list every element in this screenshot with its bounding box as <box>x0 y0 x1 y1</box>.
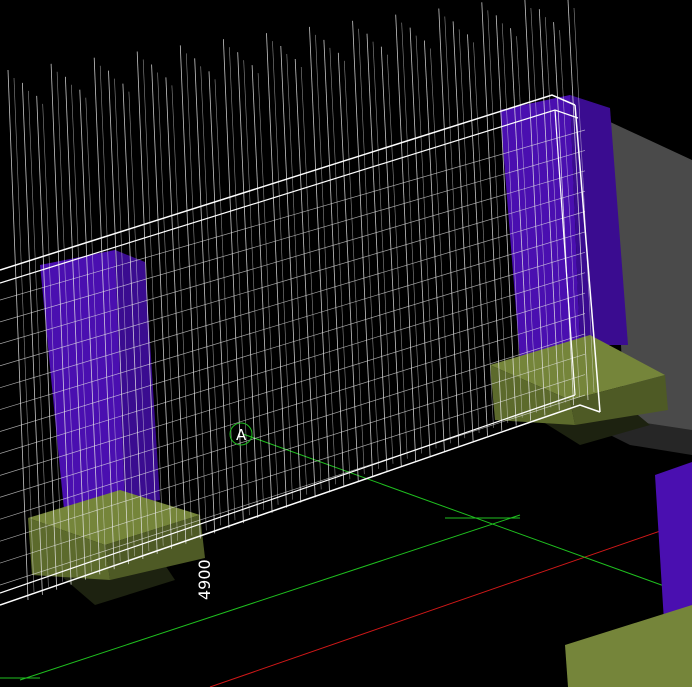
rebar-stirrup-line-inner <box>214 79 236 521</box>
grid-line-green-upper[interactable] <box>242 433 692 597</box>
3d-model-viewport[interactable]: A 4900 <box>0 0 692 687</box>
footing-bottom-right[interactable] <box>565 605 692 687</box>
footing-bottom-right-top <box>565 605 692 687</box>
rebar-stirrup-line-inner <box>171 85 193 536</box>
rebar-stirrup-line <box>337 52 359 483</box>
dimension-label[interactable]: 4900 <box>195 559 214 600</box>
column-left-front <box>40 250 125 520</box>
scene-canvas[interactable]: A 4900 <box>0 0 692 687</box>
rebar-stirrup-line <box>424 40 445 452</box>
column-left[interactable] <box>40 250 160 520</box>
grid-axis-label: A <box>236 426 247 444</box>
rebar-stirrup-line <box>467 34 488 436</box>
rebar-stirrup-line-inner <box>300 66 322 490</box>
rebar-stirrup-line <box>208 71 230 529</box>
rebar-stirrup-line <box>251 65 273 513</box>
rebar-stirrup-line-inner <box>387 54 408 459</box>
rebar-stirrup-line <box>380 46 402 467</box>
rebar-stirrup-line-inner <box>344 60 365 475</box>
grid-bubble-a[interactable]: A <box>229 422 253 446</box>
rebar-stirrup-line <box>294 58 316 498</box>
rebar-stirrup-line-inner <box>473 42 494 428</box>
rebar-stirrup-line-inner <box>430 48 451 444</box>
rebar-longitudinal-line <box>0 129 586 301</box>
